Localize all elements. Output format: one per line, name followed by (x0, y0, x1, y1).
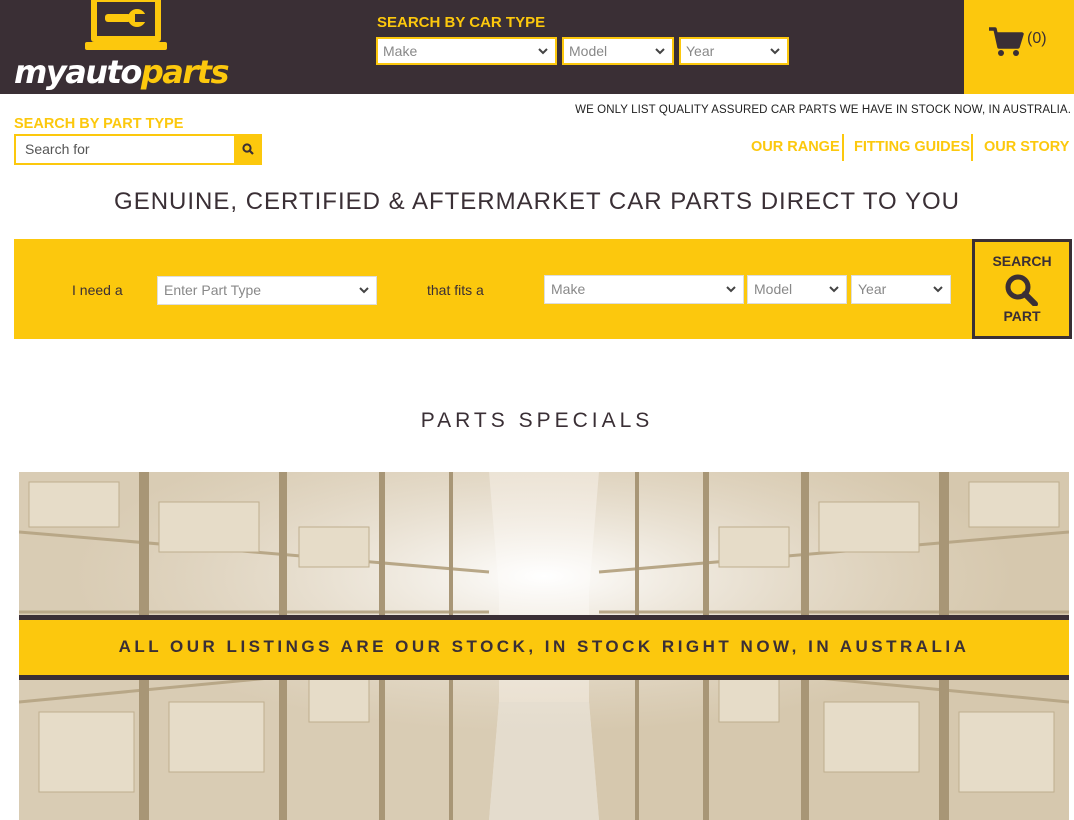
chevron-down-icon (655, 48, 665, 55)
chevron-down-icon (359, 287, 369, 294)
header-year-value: Year (686, 43, 715, 59)
header-model-select[interactable]: Model (562, 37, 674, 65)
header-make-value: Make (383, 43, 418, 59)
logo-wordmark: myautoparts (14, 52, 230, 92)
nav-divider (971, 134, 973, 161)
nav-our-story[interactable]: OUR STORY (984, 133, 1069, 161)
fits-label: that fits a (427, 282, 484, 298)
search-part-button[interactable]: SEARCH PART (972, 239, 1072, 339)
logo-text-yellow: parts (140, 53, 230, 91)
chevron-down-icon (726, 286, 736, 293)
site-logo[interactable]: myautoparts (12, 0, 242, 94)
cart-count: (0) (1027, 30, 1047, 47)
header-model-value: Model (569, 43, 608, 59)
warehouse-hero-image: ALL OUR LISTINGS ARE OUR STOCK, IN STOCK… (19, 472, 1069, 820)
top-header: myautoparts SEARCH BY CAR TYPE Make Mode… (0, 0, 1074, 94)
shopping-cart-icon (989, 27, 1024, 56)
stock-banner: ALL OUR LISTINGS ARE OUR STOCK, IN STOCK… (19, 615, 1069, 680)
chevron-down-icon (829, 286, 839, 293)
tagline: WE ONLY LIST QUALITY ASSURED CAR PARTS W… (575, 104, 1071, 116)
cart-button[interactable]: (0) (964, 0, 1074, 94)
wrench-laptop-icon (85, 0, 167, 50)
search-by-part-title: SEARCH BY PART TYPE (14, 116, 184, 132)
part-search-button[interactable] (234, 134, 262, 165)
chevron-down-icon (933, 286, 943, 293)
nav-our-range[interactable]: OUR RANGE (751, 133, 840, 161)
finder-make-select[interactable]: Make (544, 275, 744, 304)
nav-fitting-guides[interactable]: FITTING GUIDES (854, 133, 970, 161)
search-part-label-top: SEARCH (992, 253, 1052, 269)
header-make-select[interactable]: Make (376, 37, 557, 65)
part-search-input[interactable]: Search for (14, 134, 234, 165)
logo-text-white: myauto (14, 53, 142, 91)
chevron-down-icon (770, 48, 780, 55)
finder-model-value: Model (754, 281, 793, 297)
chevron-down-icon (538, 48, 548, 55)
search-part-label-bottom: PART (1003, 308, 1041, 324)
nav-divider (842, 134, 844, 161)
header-year-select[interactable]: Year (679, 37, 789, 65)
finder-year-select[interactable]: Year (851, 275, 951, 304)
specials-title: PARTS SPECIALS (420, 409, 654, 432)
finder-year-value: Year (858, 281, 887, 297)
finder-make-value: Make (551, 281, 586, 297)
page-headline: GENUINE, CERTIFIED & AFTERMARKET CAR PAR… (114, 188, 960, 215)
search-icon (1005, 274, 1038, 306)
need-label: I need a (72, 282, 123, 298)
search-by-car-title: SEARCH BY CAR TYPE (377, 14, 546, 31)
finder-model-select[interactable]: Model (747, 275, 847, 304)
search-icon (242, 143, 254, 155)
part-type-placeholder: Enter Part Type (164, 282, 262, 298)
part-type-select[interactable]: Enter Part Type (157, 276, 377, 305)
